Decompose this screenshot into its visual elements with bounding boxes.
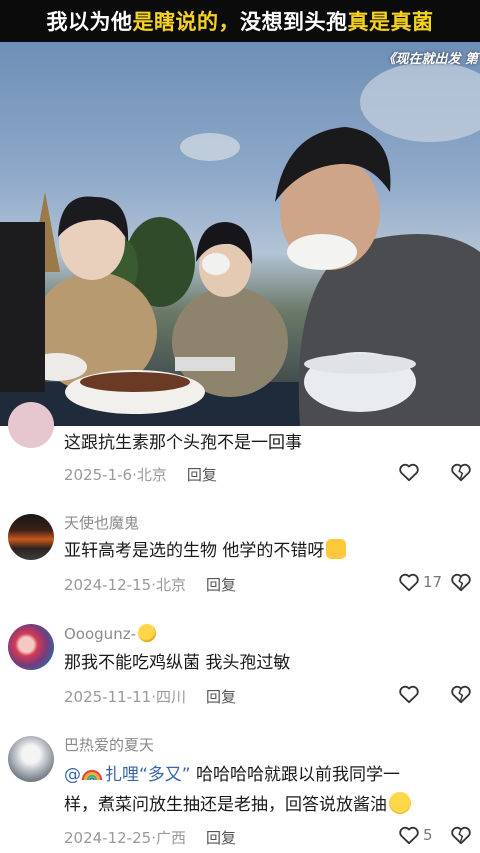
- dislike-button[interactable]: [450, 825, 472, 849]
- comment-text-body: 哈哈哈哈就跟以前我同学一: [190, 765, 401, 785]
- comment-meta: 2025-11-11·四川 回复: [64, 688, 236, 706]
- comment-location: 广西: [155, 829, 186, 847]
- banner-title-highlight: 真是真菌: [347, 9, 434, 34]
- mention-prefix: @: [64, 765, 81, 785]
- comment-location: 四川: [155, 688, 186, 706]
- comment-text: 亚轩高考是选的生物 他学的不错呀: [64, 536, 468, 566]
- comment-meta: 2024-12-25·广西 回复: [64, 829, 236, 847]
- comment-item: Ooogunz- 那我不能吃鸡纵菌 我头孢过敏 2025-11-11·四川 回复: [0, 620, 480, 730]
- smile-emoji: [137, 624, 156, 642]
- show-title: 《现在就出发 第: [382, 52, 478, 67]
- avatar[interactable]: [8, 624, 54, 670]
- comment-text-body: 样，煮菜问放生抽还是老抽，回答说放酱油: [64, 795, 387, 815]
- heart-icon: [399, 463, 419, 482]
- reply-button[interactable]: 回复: [206, 829, 236, 847]
- comment-username[interactable]: 巴热爱的夏天: [64, 734, 154, 755]
- comment-text-body: 亚轩高考是选的生物 他学的不错呀: [64, 541, 325, 561]
- like-button[interactable]: 5: [398, 825, 433, 845]
- like-count: 5: [423, 826, 433, 844]
- banner-title-text: 没想到头孢: [240, 9, 348, 34]
- reply-button[interactable]: 回复: [187, 466, 217, 484]
- comment-location: 北京: [155, 576, 186, 594]
- comment-item: 天使也魔鬼 亚轩高考是选的生物 他学的不错呀 2024-12-15·北京 回复 1…: [0, 510, 480, 620]
- reply-button[interactable]: 回复: [206, 688, 236, 706]
- comment-date: 2024-12-25: [64, 829, 152, 847]
- dislike-button[interactable]: [450, 684, 472, 708]
- broken-heart-icon: [451, 463, 471, 482]
- avatar[interactable]: [8, 736, 54, 782]
- avatar[interactable]: [8, 514, 54, 560]
- comment-item: 巴热爱的夏天 @ 扎哩“多又” 哈哈哈哈就跟以前我同学一样，煮菜问放生抽还是老抽，…: [0, 730, 480, 853]
- title-banner: 我以为他是瞎说的，没想到头孢真是真菌: [0, 0, 480, 42]
- reply-button[interactable]: 回复: [206, 576, 236, 594]
- video-frame[interactable]: 《现在就出发 第: [0, 42, 480, 426]
- banner-title: 我以为他是瞎说的，没想到头孢真是真菌: [47, 6, 434, 36]
- heart-icon: [399, 573, 419, 592]
- comment-date: 2025-11-11: [64, 688, 152, 706]
- comment-meta: 2025-1-6·北京 回复: [64, 466, 217, 484]
- comment-date: 2025-1-6: [64, 466, 133, 484]
- laughing-emoji: [389, 792, 411, 814]
- like-button[interactable]: [398, 684, 423, 704]
- comment-username-text: Ooogunz-: [64, 625, 136, 643]
- banner-title-text: 我以为他: [46, 9, 133, 34]
- comment-meta: 2024-12-15·北京 回复: [64, 576, 236, 594]
- broken-heart-icon: [451, 573, 471, 592]
- mention-name: 扎哩“多又”: [105, 765, 191, 785]
- avatar[interactable]: [8, 402, 54, 448]
- comment-location: 北京: [136, 466, 167, 484]
- comment-text: 那我不能吃鸡纵菌 我头孢过敏: [64, 653, 291, 673]
- heart-icon: [399, 826, 419, 845]
- video-scene: [0, 62, 480, 426]
- comment-username[interactable]: Ooogunz-: [64, 624, 156, 643]
- dislike-button[interactable]: [450, 462, 472, 486]
- like-button[interactable]: [398, 462, 423, 482]
- comment-username[interactable]: 天使也魔鬼: [64, 512, 139, 533]
- comment-text: @ 扎哩“多又” 哈哈哈哈就跟以前我同学一样，煮菜问放生抽还是老抽，回答说放酱油: [64, 760, 468, 820]
- thumbs-up-emoji: [326, 539, 347, 559]
- comment-text: 这跟抗生素那个头孢不是一回事: [64, 433, 302, 453]
- dislike-button[interactable]: [450, 572, 472, 596]
- like-count: 17: [423, 573, 443, 591]
- rainbow-emoji: [81, 769, 103, 781]
- broken-heart-icon: [451, 826, 471, 845]
- like-button[interactable]: 17: [398, 572, 442, 592]
- comment-date: 2024-12-15: [64, 576, 152, 594]
- heart-icon: [399, 685, 419, 704]
- banner-title-highlight: 是瞎说的，: [132, 9, 240, 34]
- mention-link[interactable]: @ 扎哩“多又”: [64, 765, 191, 785]
- comment-item: 这跟抗生素那个头孢不是一回事 2025-1-6·北京 回复: [0, 402, 480, 506]
- broken-heart-icon: [451, 685, 471, 704]
